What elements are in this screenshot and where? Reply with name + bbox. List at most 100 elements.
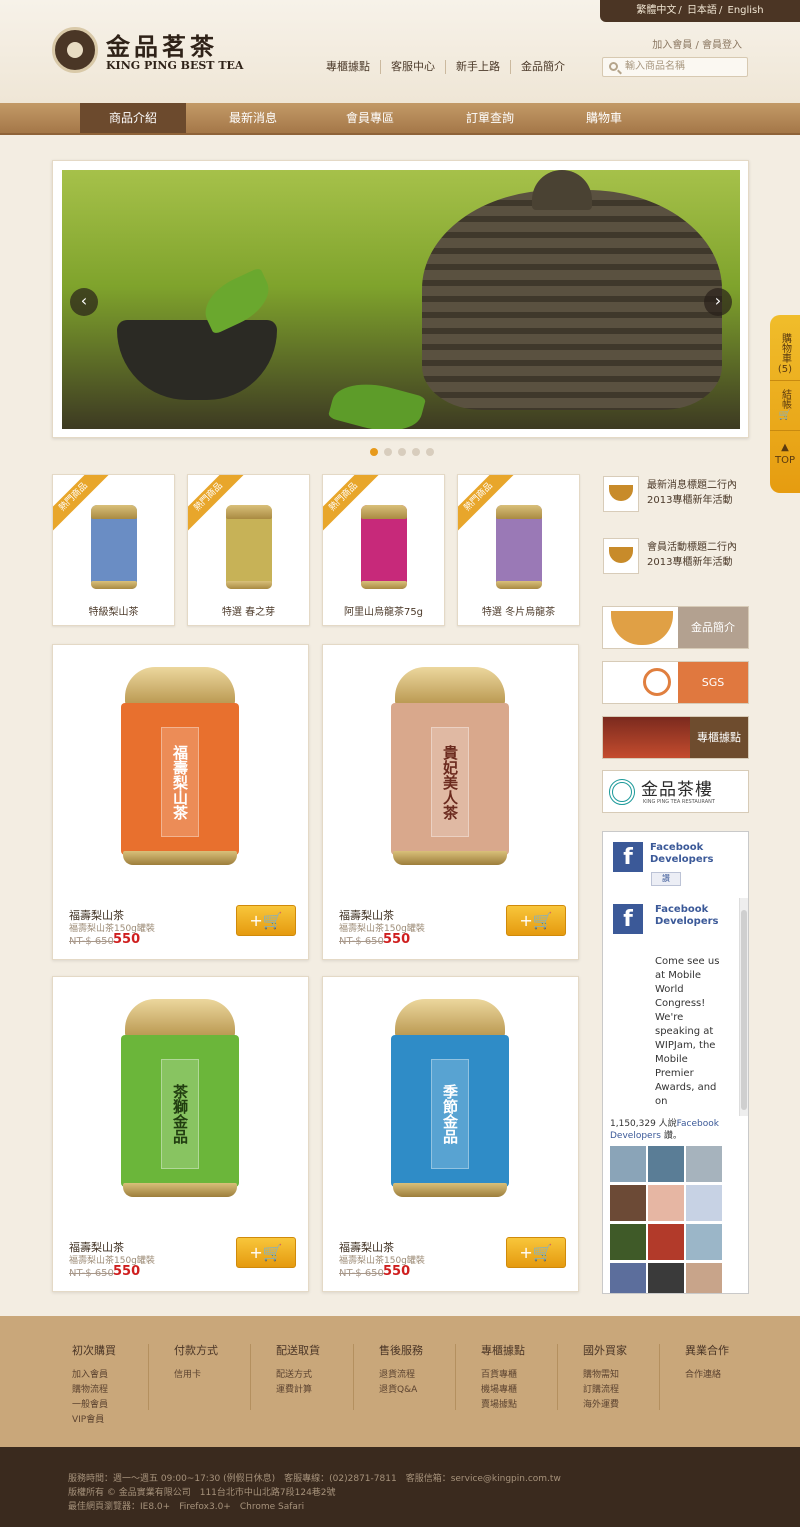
nav-news[interactable]: 最新消息	[200, 103, 306, 133]
floating-checkout-link[interactable]: 結帳 🛒	[770, 381, 800, 431]
footer-col-partnership: 異業合作 合作連絡	[685, 1342, 775, 1383]
can-label: 季節金品	[431, 1059, 469, 1169]
news-thumbnail	[603, 476, 639, 512]
news-thumbnail	[603, 538, 639, 574]
site-logo[interactable]: 金品茗茶 KING PING BEST TEA	[52, 27, 252, 77]
fan-avatar[interactable]	[648, 1263, 684, 1293]
can-label: 福壽梨山茶	[161, 727, 199, 837]
banner-prev-arrow-icon[interactable]: ‹	[70, 288, 98, 316]
fan-avatar[interactable]	[610, 1185, 646, 1221]
product-card[interactable]: 貴妃美人茶 福壽梨山茶 福壽梨山茶150g罐裝 NT-$ 650 550 +🛒	[322, 644, 579, 960]
restaurant-subtitle: KING PING TEA RESTAURANT	[643, 799, 715, 805]
cart-icon: 🛒	[778, 410, 792, 421]
banner-dot-1[interactable]	[370, 448, 378, 456]
top-nav-service[interactable]: 客服中心	[380, 60, 445, 74]
member-login-link[interactable]: 會員登入	[702, 40, 742, 51]
fan-avatar[interactable]	[648, 1185, 684, 1221]
search-input[interactable]: 輸入商品名稱	[602, 57, 748, 77]
footer-link[interactable]: 合作連絡	[685, 1368, 775, 1383]
news-item[interactable]: 最新消息標題二行內 2013專櫃新年活動	[603, 476, 753, 516]
fan-avatar[interactable]	[648, 1224, 684, 1260]
fan-avatar[interactable]	[686, 1146, 722, 1182]
fan-avatar[interactable]	[686, 1224, 722, 1260]
hot-product-card[interactable]: 熱門商品 阿里山烏龍茶75g	[322, 474, 445, 626]
restaurant-banner[interactable]: 金品茶樓 KING PING TEA RESTAURANT	[602, 770, 749, 813]
join-member-link[interactable]: 加入會員	[652, 40, 692, 51]
facebook-like-button[interactable]: 讚	[651, 872, 681, 886]
product-old-price: NT-$ 650	[339, 936, 384, 947]
sgs-seal-icon	[643, 668, 671, 696]
fan-avatar[interactable]	[686, 1263, 722, 1293]
nav-order-query[interactable]: 訂單查詢	[437, 103, 543, 133]
news-title: 會員活動標題二行內 2013專櫃新年活動	[647, 542, 737, 568]
back-to-top-link[interactable]: ▲ TOP	[770, 431, 800, 467]
stores-banner[interactable]: 專櫃據點	[602, 716, 749, 759]
footer-service-info: 服務時間：週一～週五 09:00~17:30 (例假日休息) 客服專線：(02)…	[68, 1474, 561, 1484]
hot-product-card[interactable]: 熱門商品 特級梨山茶	[52, 474, 175, 626]
facebook-page-name[interactable]: Facebook Developers	[650, 842, 740, 866]
nav-products[interactable]: 商品介紹	[80, 103, 186, 133]
teapot-graphic	[422, 190, 722, 410]
footer-divider	[659, 1344, 660, 1410]
tea-can-image	[226, 505, 272, 589]
nav-member-area[interactable]: 會員專區	[317, 103, 423, 133]
floating-cart-tab: 購物車 (5) 結帳 🛒 ▲ TOP	[770, 315, 800, 493]
product-price: 550	[113, 932, 141, 947]
store-photo	[603, 717, 691, 758]
fan-avatar[interactable]	[610, 1263, 646, 1293]
search-icon	[609, 62, 618, 71]
fan-avatar[interactable]	[648, 1146, 684, 1182]
stores-banner-label: 專櫃據點	[690, 717, 748, 758]
facebook-post-author[interactable]: Facebook Developers	[655, 904, 725, 928]
add-to-cart-button[interactable]: +🛒	[506, 905, 566, 936]
tea-cup-thumbnail	[611, 611, 673, 645]
sgs-banner-label: SGS	[678, 662, 748, 703]
tea-can-image	[361, 505, 407, 589]
hot-product-card[interactable]: 熱門商品 特選 冬片烏龍茶	[457, 474, 580, 626]
news-item[interactable]: 會員活動標題二行內 2013專櫃新年活動	[603, 538, 753, 578]
news-title: 最新消息標題二行內 2013專櫃新年活動	[647, 480, 737, 506]
lang-en[interactable]: English	[728, 5, 764, 16]
logo-seal-icon	[52, 27, 98, 73]
footer-copyright: 版權所有 © 金品實業有限公司 111台北市中山北路7段124巷2號	[68, 1488, 336, 1498]
banner-dot-4[interactable]	[412, 448, 420, 456]
facebook-scrollbar[interactable]	[739, 898, 748, 1116]
lang-zh-tw[interactable]: 繁體中文	[636, 5, 676, 16]
add-to-cart-button[interactable]: +🛒	[506, 1237, 566, 1268]
add-to-cart-button[interactable]: +🛒	[236, 905, 296, 936]
banner-dot-3[interactable]	[398, 448, 406, 456]
top-nav: 專櫃據點 客服中心 新手上路 金品簡介	[316, 60, 575, 74]
footer-bottom: 服務時間：週一～週五 09:00~17:30 (例假日休息) 客服專線：(02)…	[0, 1447, 800, 1527]
product-card[interactable]: 季節金品 福壽梨山茶 福壽梨山茶150g罐裝 NT-$ 650 550 +🛒	[322, 976, 579, 1292]
restaurant-name: 金品茶樓	[641, 780, 713, 800]
lang-ja[interactable]: 日本語	[687, 5, 717, 16]
hot-product-name: 特選 春之芽	[221, 607, 276, 618]
footer-link[interactable]: VIP會員	[72, 1413, 162, 1428]
top-nav-stores[interactable]: 專櫃據點	[316, 60, 380, 74]
tea-can-image: 貴妃美人茶	[391, 667, 509, 865]
banner-dot-5[interactable]	[426, 448, 434, 456]
nav-cart[interactable]: 購物車	[551, 103, 657, 133]
sgs-banner[interactable]: SGS	[602, 661, 749, 704]
banner-dot-2[interactable]	[384, 448, 392, 456]
add-to-cart-button[interactable]: +🛒	[236, 1237, 296, 1268]
fan-avatar[interactable]	[610, 1146, 646, 1182]
product-card[interactable]: 福壽梨山茶 福壽梨山茶 福壽梨山茶150g罐裝 NT-$ 650 550 +🛒	[52, 644, 309, 960]
product-old-price: NT-$ 650	[69, 1268, 114, 1279]
top-nav-beginner[interactable]: 新手上路	[445, 60, 510, 74]
hot-product-card[interactable]: 熱門商品 特選 春之芽	[187, 474, 310, 626]
product-card[interactable]: 茶獅金品 福壽梨山茶 福壽梨山茶150g罐裝 NT-$ 650 550 +🛒	[52, 976, 309, 1292]
floating-cart-link[interactable]: 購物車 (5)	[770, 315, 800, 381]
top-nav-about[interactable]: 金品簡介	[510, 60, 575, 74]
about-banner[interactable]: 金品簡介	[602, 606, 749, 649]
footer-links: 初次購買 加入會員 購物流程 一般會員 VIP會員 付款方式 信用卡 配送取貨 …	[0, 1316, 800, 1447]
tea-can-image: 茶獅金品	[121, 999, 239, 1197]
facebook-like-box: f Facebook Developers 讚 f Facebook Devel…	[602, 831, 749, 1294]
hot-product-name: 特級梨山茶	[88, 607, 139, 618]
fan-avatar[interactable]	[610, 1224, 646, 1260]
fan-avatar[interactable]	[686, 1185, 722, 1221]
teapot-lid-graphic	[532, 170, 592, 210]
tea-can-image: 福壽梨山茶	[121, 667, 239, 865]
banner-next-arrow-icon[interactable]: ›	[704, 288, 732, 316]
footer-divider	[455, 1344, 456, 1410]
